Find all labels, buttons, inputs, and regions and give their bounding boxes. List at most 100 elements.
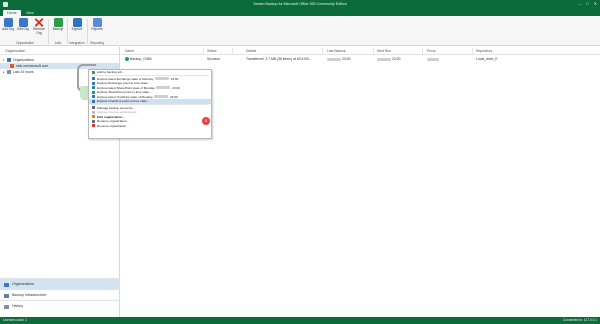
nav-label: Backup Infrastructure [12, 293, 47, 297]
job-name: Backup_O365 [130, 57, 152, 61]
remove-org-label: Remove Org [33, 27, 45, 35]
job-repository: Local_drive_E [476, 57, 498, 61]
history-icon [4, 304, 9, 309]
backup-button[interactable]: Backup [51, 16, 65, 32]
table-row[interactable]: Backup_O365 Success Transferred: 2.7 MB … [121, 55, 600, 63]
menu-item-add-to-backup-job[interactable]: Add to backup job... [89, 70, 211, 75]
menu-item-label: Explore Exchange point-in-time state... [97, 81, 151, 85]
column-header-next-run[interactable]: Next Run [377, 47, 391, 55]
onedrive-icon [91, 95, 95, 99]
office365-icon [10, 64, 14, 69]
job-name-cell: Backup_O365 [125, 55, 152, 63]
next-run-time: 23:00 [392, 57, 401, 61]
nav-backup-infrastructure[interactable]: Backup Infrastructure [0, 289, 120, 300]
column-header-proxy[interactable]: Proxy [427, 47, 436, 55]
maximize-icon[interactable]: □ [586, 1, 588, 6]
step-number-badge: 1 [202, 117, 210, 125]
menu-item-label: Explore latest SharePoint state of Monda… [97, 85, 156, 90]
title-bar: Veeam Backup for Microsoft Office 365 Co… [0, 0, 600, 8]
minimize-icon[interactable]: – [579, 1, 581, 6]
column-divider [322, 48, 323, 54]
group-organization: Organization [15, 41, 35, 45]
remove-org-button[interactable]: Remove Org [32, 16, 46, 35]
menu-item-label: Explore latest Exchange state of Monday, [97, 76, 154, 81]
nav-history[interactable]: History [0, 300, 120, 311]
job-details: Transferred: 2.7 MB (36 items) at 63.5 K… [246, 57, 312, 61]
redacted-date [156, 86, 171, 90]
last-backup-cell: 23:00 [327, 55, 351, 63]
next-run-cell: 23:00 [377, 55, 401, 63]
nav-label: History [12, 304, 24, 308]
explore-label: Explore [71, 27, 83, 31]
column-header-repository[interactable]: Repository [476, 47, 492, 55]
menu-item-remove-organization[interactable]: Remove organization [89, 124, 211, 129]
status-bar: Licenses used: 1 Connected to: 127.0.0.1 [0, 317, 600, 324]
column-header-details[interactable]: Details [246, 47, 256, 55]
nav-label: Organizations [12, 282, 35, 286]
edit-org-label: Edit Org [17, 27, 29, 31]
close-icon[interactable]: ✕ [594, 1, 597, 6]
menu-item-explore-onedrive-pit[interactable]: Explore OneDrive point-in-time state... [89, 99, 211, 104]
folder-icon [7, 58, 11, 63]
column-header-status[interactable]: Status [207, 47, 217, 55]
onedrive-icon [91, 99, 95, 103]
organizations-icon [4, 282, 9, 287]
menu-item-label: Remove organization [97, 123, 127, 128]
menu-item-time: 23:00 [170, 76, 179, 81]
redacted-date [154, 77, 169, 81]
license-status: Licenses used: 1 [3, 318, 27, 322]
window-title: Veeam Backup for Microsoft Office 365 Co… [253, 1, 347, 6]
column-divider [373, 48, 374, 54]
redacted-date [377, 57, 391, 61]
menu-item-label: Add to backup job... [97, 70, 125, 74]
tree-node-label: Organizations [13, 58, 34, 62]
accounts-icon [91, 106, 95, 110]
success-icon [125, 57, 129, 62]
column-header-name[interactable]: Name [125, 47, 134, 55]
column-header-last-backup[interactable]: Last Backup [327, 47, 346, 55]
menu-item-label: Explore SharePoint point-in-time state..… [97, 90, 152, 94]
column-divider [203, 48, 204, 54]
menu-item-label: Edit organization... [97, 114, 125, 119]
ribbon-separator [48, 19, 49, 44]
menu-item-label: Explore OneDrive point-in-time state... [97, 99, 150, 103]
job-status: Success [207, 57, 220, 61]
column-divider [472, 48, 473, 54]
remove-icon [91, 124, 95, 128]
bottom-navigation: Organizations Backup Infrastructure Hist… [0, 278, 120, 311]
connection-status: Connected to: 127.0.0.1 [562, 318, 597, 322]
add-org-button[interactable]: Add Org [1, 16, 15, 32]
grid-header: Name Status Details Last Backup Next Run… [121, 47, 600, 55]
redacted-proxy [427, 57, 439, 61]
edit-org-icon [18, 18, 28, 27]
reports-button[interactable]: Reports [90, 16, 104, 32]
column-divider [232, 48, 233, 54]
add-icon [91, 70, 95, 74]
nav-organizations[interactable]: Organizations [0, 278, 120, 289]
sharepoint-icon [91, 90, 95, 94]
menu-item-time: 23:00 [172, 85, 180, 90]
reports-icon [92, 18, 102, 27]
tree-node-label: Last 24 hours [13, 70, 34, 74]
exchange-icon [91, 77, 95, 81]
backup-label: Backup [52, 27, 64, 31]
remove-org-icon [34, 18, 44, 27]
redacted-date [154, 95, 169, 99]
menu-item-label: Explore latest OneDrive state of Monday, [97, 94, 154, 99]
jobs-grid: Name Status Details Last Backup Next Run… [121, 47, 600, 63]
context-menu: Add to backup job... Explore latest Exch… [88, 69, 212, 139]
backup-icon [53, 18, 63, 27]
add-org-label: Add Org [2, 27, 14, 31]
menu-item-label: Manage backup applications... [97, 110, 139, 114]
menu-item-time: 23:00 [169, 94, 178, 99]
explore-icon [72, 18, 82, 27]
reports-label: Reports [91, 27, 103, 31]
menu-item-label: Rename organization... [97, 119, 129, 123]
sharepoint-icon [91, 86, 95, 90]
pane-header: Organization [0, 47, 119, 55]
ribbon-tabs: Home View [0, 8, 600, 16]
exchange-icon [91, 81, 95, 85]
infrastructure-icon [4, 293, 9, 298]
edit-org-button[interactable]: Edit Org [16, 16, 30, 32]
explore-button[interactable]: Explore [70, 16, 84, 32]
